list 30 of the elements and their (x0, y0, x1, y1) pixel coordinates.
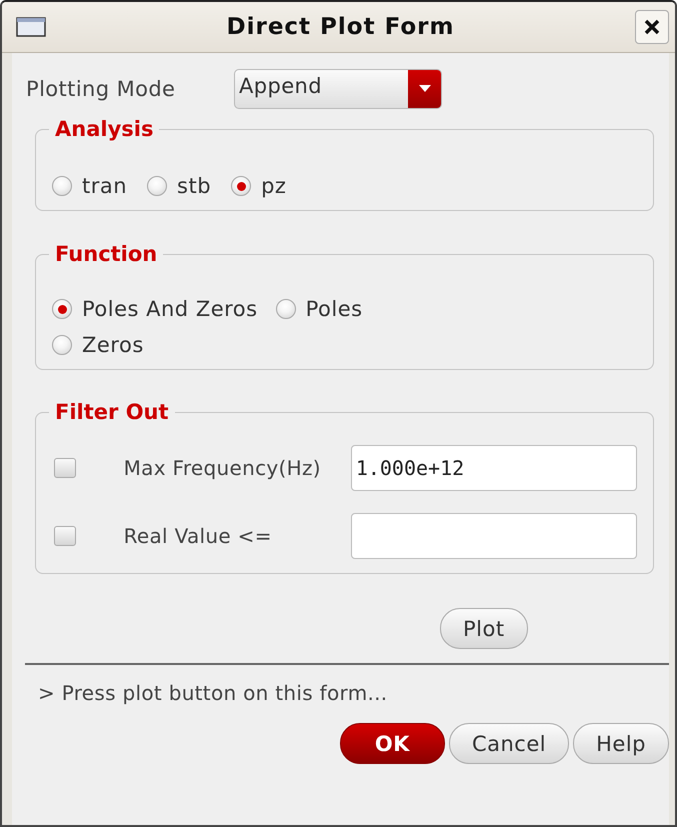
plotting-mode-label: Plotting Mode (26, 77, 176, 101)
radio-label: Poles And Zeros (82, 297, 258, 321)
input-field[interactable] (350, 513, 637, 559)
radio-button[interactable] (276, 299, 296, 319)
window-icon (16, 17, 46, 37)
window-title: Direct Plot Form (226, 14, 456, 40)
radio-label: tran (82, 174, 128, 198)
radio-label: pz (261, 174, 286, 198)
field-label: Max Frequency(Hz) (124, 456, 322, 480)
radio-button[interactable] (52, 335, 72, 355)
dialog-button[interactable]: Cancel (448, 723, 570, 764)
radio-label: Zeros (82, 333, 144, 357)
plotting-mode-dropdown[interactable]: Append (234, 69, 442, 109)
status-message: > Press plot button on this form... (37, 680, 388, 705)
radio-button[interactable] (52, 299, 72, 319)
radio-label: Poles (306, 297, 363, 321)
close-icon (643, 18, 661, 36)
checkbox[interactable] (54, 526, 76, 546)
close-button[interactable] (635, 10, 669, 44)
radio-button[interactable] (147, 176, 168, 196)
field-label: Real Value <= (124, 524, 273, 548)
plot-button[interactable]: Plot (440, 608, 528, 649)
radio-label: stb (177, 174, 212, 198)
radio-button[interactable] (52, 176, 72, 196)
ok-button[interactable]: OK (340, 723, 445, 764)
caret-icon (418, 85, 430, 93)
checkbox[interactable] (54, 458, 76, 478)
input-field[interactable]: 1.000e+12 (350, 445, 637, 491)
radio-button[interactable] (231, 176, 252, 196)
dialog-button[interactable]: Help (573, 723, 669, 764)
